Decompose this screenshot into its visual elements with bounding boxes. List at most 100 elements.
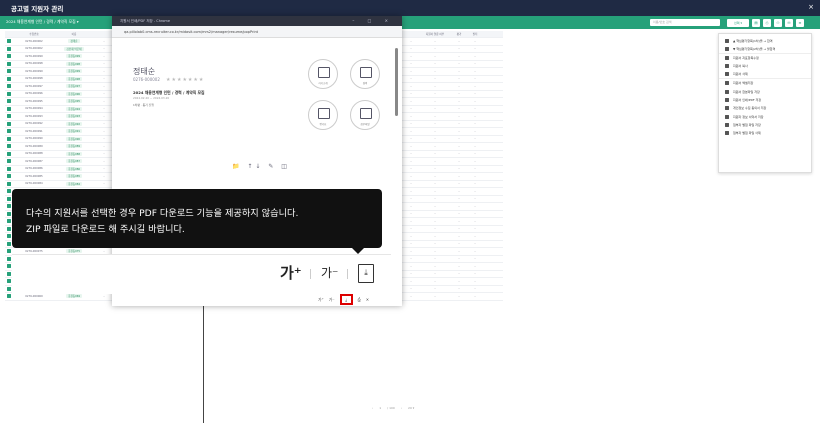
menu-item[interactable]: 지원자 정보 서약서 저장	[719, 113, 811, 121]
applicant-name-link[interactable]: 홍길동089	[65, 144, 83, 149]
excel-icon[interactable]: ▤	[752, 18, 760, 27]
applicant-name-cell[interactable]: 홍길동096	[55, 91, 93, 96]
thumb-self-intro[interactable]: 자기소개	[308, 59, 338, 89]
applicant-name-cell[interactable]: 홍길동088	[55, 151, 93, 156]
column-resize-handle[interactable]	[203, 305, 204, 423]
prev-page-button[interactable]: ‹	[372, 406, 373, 410]
row-checkbox[interactable]	[7, 76, 11, 81]
menu-item[interactable]: ▼ 핵심평가항목(2차)을 → 불합격	[719, 45, 811, 54]
applicant-name-cell[interactable]: 홍길동099	[55, 69, 93, 74]
thumb-attachments[interactable]: 첨부파일	[350, 100, 380, 130]
column-header[interactable]: 평가	[449, 32, 469, 36]
mini-pdf-button[interactable]: ⤓	[339, 294, 353, 305]
applicant-name-cell[interactable]: 김민재 박은채	[55, 46, 93, 51]
row-checkbox[interactable]	[7, 294, 11, 299]
applicant-name-cell[interactable]: 홍길동075	[55, 249, 93, 254]
row-checkbox[interactable]	[7, 54, 11, 59]
menu-item[interactable]: ▲ 핵심평가항목(1차)을 → 합격	[719, 37, 811, 45]
row-checkbox[interactable]	[7, 136, 11, 141]
applicant-name-cell[interactable]: 홍길동098	[55, 61, 93, 66]
page-size-select[interactable]: 20 ▾	[408, 406, 414, 410]
row-checkbox[interactable]	[7, 279, 11, 284]
row-checkbox[interactable]	[7, 271, 11, 276]
popup-scrollbar[interactable]	[395, 48, 398, 116]
applicant-name-cell[interactable]: 홍길동098	[55, 76, 93, 81]
print-icon[interactable]: ⎙	[358, 297, 361, 302]
applicant-name-link[interactable]: 홍길동088	[65, 151, 83, 156]
row-checkbox[interactable]	[7, 61, 11, 66]
mail-icon[interactable]: ✉	[785, 18, 793, 27]
applicant-name-link[interactable]: 홍길동093	[65, 114, 83, 119]
row-checkbox[interactable]	[7, 114, 11, 119]
row-checkbox[interactable]	[7, 211, 11, 216]
user-add-icon[interactable]: ⚇	[774, 18, 782, 27]
applicant-name-cell[interactable]: 정태순	[55, 39, 93, 44]
row-checkbox[interactable]	[7, 181, 11, 186]
thumb-evaluation[interactable]: 평가표	[308, 100, 338, 130]
applicant-name-cell[interactable]: 홍길동084	[55, 181, 93, 186]
applicant-name-link[interactable]: 홍길동097	[65, 84, 83, 89]
row-checkbox[interactable]	[7, 46, 11, 51]
next-page-button[interactable]: ›	[401, 406, 402, 410]
applicant-name-link[interactable]: 홍길동094	[65, 106, 83, 111]
menu-icon[interactable]: ≡	[796, 18, 804, 27]
font-increase-button[interactable]: 가⁺	[280, 262, 302, 283]
row-checkbox[interactable]	[7, 174, 11, 179]
applicant-name-cell[interactable]: 홍길동099	[55, 54, 93, 59]
applicant-name-link[interactable]: 홍길동099	[65, 54, 83, 59]
applicant-name-link[interactable]: 홍길동075	[65, 249, 83, 254]
mini-font-decrease-button[interactable]: 가⁻	[329, 297, 335, 303]
row-checkbox[interactable]	[7, 121, 11, 126]
menu-item[interactable]: 지원서 지표항목수정	[719, 54, 811, 62]
applicant-name-link[interactable]: 홍길동099	[65, 69, 83, 74]
applicant-name-link[interactable]: 홍길동085	[65, 174, 83, 179]
search-input[interactable]: 이름/번호 검색	[650, 19, 720, 26]
row-checkbox[interactable]	[7, 106, 11, 111]
applicant-name-cell[interactable]: 홍길동069	[55, 294, 93, 299]
menu-item[interactable]: 지원서 복사	[719, 62, 811, 70]
row-checkbox[interactable]	[7, 249, 11, 254]
menu-item[interactable]: 지원서 엑셀저장	[719, 79, 811, 87]
column-header[interactable]: 이름	[55, 32, 93, 36]
row-checkbox[interactable]	[7, 256, 11, 261]
row-checkbox[interactable]	[7, 204, 11, 209]
applicant-name-cell[interactable]: 홍길동087	[55, 159, 93, 164]
applicant-name-cell[interactable]: 홍길동093	[55, 114, 93, 119]
applicant-name-link[interactable]: 홍길동096	[65, 91, 83, 96]
row-checkbox[interactable]	[7, 91, 11, 96]
applicant-name-link[interactable]: 정태순	[68, 39, 80, 44]
applicant-name-cell[interactable]: 홍길동094	[55, 106, 93, 111]
row-checkbox[interactable]	[7, 39, 11, 44]
applicant-name-link[interactable]: 홍길동087	[65, 159, 83, 164]
column-header[interactable]: 지원서 열람 여부	[421, 32, 449, 36]
menu-item[interactable]: 첨부자 별첨 파일 삭제	[719, 129, 811, 137]
menu-item[interactable]: 지원서 인쇄/PDF 저장	[719, 96, 811, 104]
applicant-name-link[interactable]: 홍길동090	[65, 136, 83, 141]
row-checkbox[interactable]	[7, 264, 11, 269]
select-dropdown[interactable]: 선택 ▾	[727, 18, 749, 27]
row-checkbox[interactable]	[7, 84, 11, 89]
close-icon[interactable]: ×	[808, 3, 814, 11]
applicant-name-link[interactable]: 홍길동091	[65, 129, 83, 134]
applicant-name-link[interactable]: 홍길동069	[65, 294, 83, 299]
applicant-name-cell[interactable]: 홍길동095	[55, 99, 93, 104]
applicant-name-cell[interactable]: 홍길동097	[55, 84, 93, 89]
row-checkbox[interactable]	[7, 69, 11, 74]
applicant-name-cell[interactable]: 홍길동091	[55, 129, 93, 134]
print-icon[interactable]: ⎙	[763, 18, 771, 27]
row-checkbox[interactable]	[7, 151, 11, 156]
font-decrease-button[interactable]: 가⁻	[321, 264, 338, 281]
window-controls[interactable]: – □ ×	[352, 18, 394, 23]
applicant-name-cell[interactable]: 홍길동085	[55, 174, 93, 179]
applicant-name-cell[interactable]: 홍길동086	[55, 166, 93, 171]
applicant-name-link[interactable]: 홍길동086	[65, 166, 83, 171]
applicant-name-link[interactable]: 홍길동098	[65, 76, 83, 81]
row-checkbox[interactable]	[7, 196, 11, 201]
applicant-name-cell[interactable]: 홍길동090	[55, 136, 93, 141]
row-checkbox[interactable]	[7, 166, 11, 171]
row-checkbox[interactable]	[7, 159, 11, 164]
column-header[interactable]: 수험번호	[13, 32, 55, 36]
row-checkbox[interactable]	[7, 241, 11, 246]
menu-item[interactable]: 지원서 합본파일 저장	[719, 87, 811, 95]
menu-item[interactable]: 지원서 삭제	[719, 71, 811, 79]
